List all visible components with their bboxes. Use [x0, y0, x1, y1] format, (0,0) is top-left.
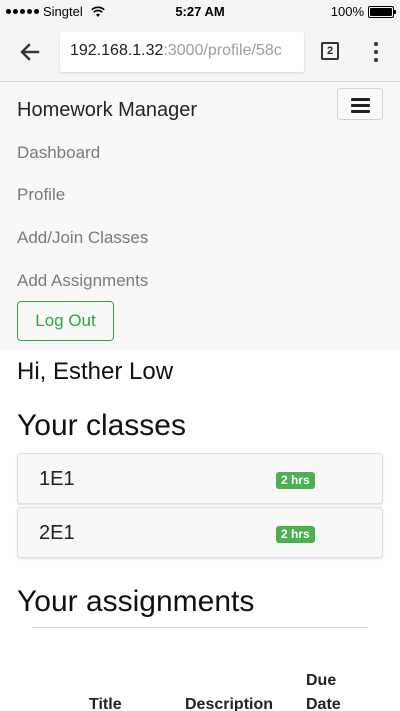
- battery-percent: 100%: [330, 4, 364, 19]
- logout-button[interactable]: Log Out: [17, 301, 114, 341]
- battery-icon: [368, 5, 396, 18]
- nav-link-add-join-classes[interactable]: Add/Join Classes: [17, 228, 148, 248]
- section-divider: [32, 627, 368, 628]
- url-host: 192.168.1.32: [70, 42, 164, 59]
- class-hours-badge: 2 hrs: [276, 526, 315, 543]
- classes-heading: Your classes: [17, 409, 186, 442]
- nav-link-add-assignments[interactable]: Add Assignments: [17, 271, 148, 291]
- status-right: 100%: [330, 4, 396, 19]
- column-header-title: Title: [89, 696, 122, 711]
- navbar-toggle-button[interactable]: [337, 88, 383, 120]
- class-hours-badge: 2 hrs: [276, 472, 315, 489]
- back-arrow-icon[interactable]: [16, 38, 44, 66]
- url-path: :3000/profile/58c: [163, 42, 282, 59]
- status-bar: Singtel 5:27 AM 100%: [0, 0, 400, 22]
- class-card[interactable]: 2E1 2 hrs: [17, 507, 383, 558]
- nav-link-profile[interactable]: Profile: [17, 185, 65, 205]
- more-vert-icon[interactable]: [368, 38, 384, 66]
- assignments-heading: Your assignments: [17, 585, 255, 618]
- column-header-date: Date: [306, 696, 341, 711]
- column-header-due: Due: [306, 672, 337, 689]
- browser-toolbar: 192.168.1.32:3000/profile/58c 2: [0, 22, 400, 82]
- column-header-description: Description: [185, 696, 274, 711]
- tab-switcher-button[interactable]: 2: [321, 42, 339, 60]
- class-name: 1E1: [39, 468, 75, 490]
- app-navbar: Homework Manager Dashboard Profile Add/J…: [0, 82, 400, 350]
- address-bar[interactable]: 192.168.1.32:3000/profile/58c: [60, 32, 304, 72]
- class-name: 2E1: [39, 522, 75, 544]
- nav-link-dashboard[interactable]: Dashboard: [17, 143, 100, 163]
- hamburger-icon: [351, 98, 370, 101]
- navbar-brand[interactable]: Homework Manager: [17, 99, 197, 122]
- class-card[interactable]: 1E1 2 hrs: [17, 453, 383, 504]
- battery-level-fill: [370, 7, 392, 16]
- greeting-text: Hi, Esther Low: [17, 358, 174, 385]
